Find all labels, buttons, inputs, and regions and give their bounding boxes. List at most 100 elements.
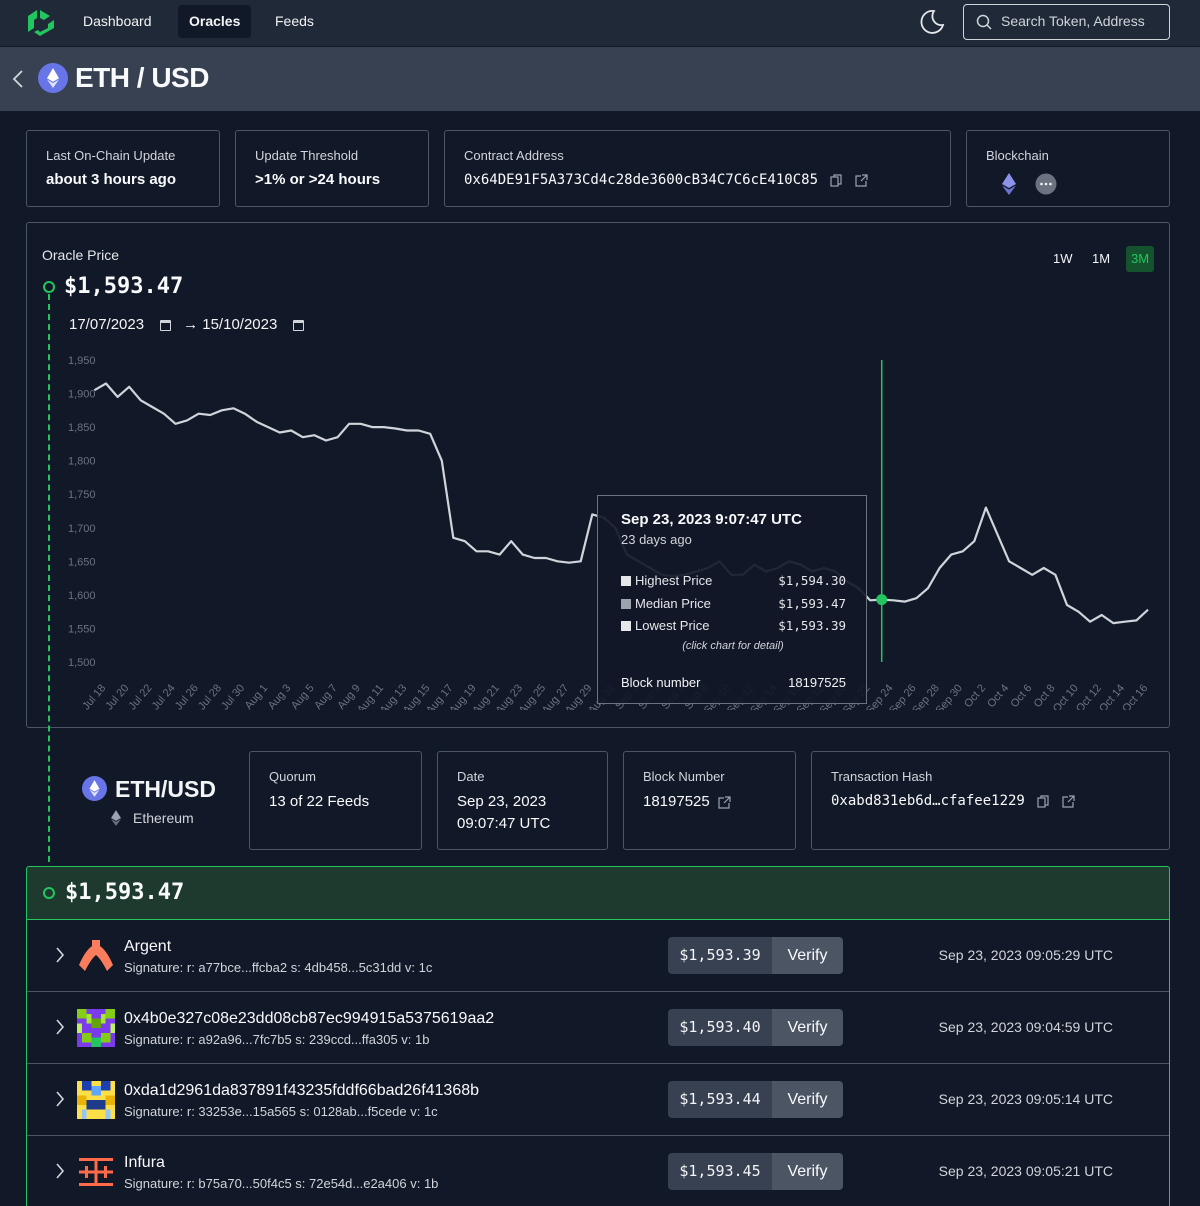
threshold-card: Update Threshold >1% or >24 hours [235, 130, 429, 207]
chevron-right-icon[interactable] [55, 1018, 65, 1036]
y-tick-label: 1,500 [68, 657, 96, 669]
x-tick-label: Oct 4 [985, 682, 1011, 710]
selection-point [876, 594, 888, 606]
tooltip-lowest-label: Lowest Price [635, 618, 710, 633]
feed-row[interactable]: 0xda1d2961da837891f43235fddf66bad26f4136… [27, 1064, 1169, 1136]
feed-name: 0x4b0e327c08e23dd08cb87ec994915a5375619a… [124, 1010, 495, 1027]
back-chevron-icon[interactable] [12, 69, 24, 89]
external-link-icon[interactable] [855, 173, 868, 187]
tooltip-title: Sep 23, 2023 9:07:47 UTC [621, 511, 802, 528]
date-label: Date [457, 769, 485, 784]
date-from[interactable]: 17/07/2023 [69, 316, 144, 333]
date-arrow: → [183, 316, 199, 333]
tooltip-note: (click chart for detail) [682, 640, 784, 652]
calendar-icon[interactable] [160, 319, 172, 331]
contract-address[interactable]: 0x64DE91F5A373Cd4c28de3600cB34C7C6cE410C… [464, 172, 818, 188]
more-icon[interactable] [1035, 173, 1057, 195]
nav-dashboard[interactable]: Dashboard [72, 5, 163, 38]
threshold-value: >1% or >24 hours [255, 171, 381, 188]
range-1w-button[interactable]: 1W [1048, 246, 1078, 272]
quorum-label: Quorum [269, 769, 316, 784]
feed-signature: Signature: r: a77bce...ffcba2 s: 4db458.… [124, 960, 433, 975]
nav-oracles[interactable]: Oracles [178, 5, 252, 38]
date-card: Date Sep 23, 2023 09:07:47 UTC [437, 751, 608, 850]
app-logo[interactable] [24, 6, 58, 40]
tx-hash-label: Transaction Hash [831, 769, 933, 784]
price-marker-dot [43, 281, 55, 293]
last-update-card: Last On-Chain Update about 3 hours ago [26, 130, 220, 207]
price-marker-dot [43, 887, 55, 899]
argent-logo-icon [79, 940, 113, 971]
feed-row[interactable]: Argent Signature: r: a77bce...ffcba2 s: … [27, 920, 1169, 992]
contract-card: Contract Address 0x64DE91F5A373Cd4c28de3… [444, 130, 951, 207]
ethereum-icon [111, 810, 121, 826]
calendar-icon[interactable] [293, 319, 305, 331]
feed-signature: Signature: r: 33253e...15a565 s: 0128ab.… [124, 1104, 438, 1119]
search-icon [976, 14, 992, 30]
page-title: ETH / USD [75, 62, 209, 93]
feed-timestamp: Sep 23, 2023 09:05:29 UTC [938, 947, 1113, 963]
verify-button[interactable]: Verify [772, 1153, 843, 1190]
chevron-right-icon[interactable] [55, 946, 65, 964]
chevron-right-icon[interactable] [55, 1090, 65, 1108]
tx-hash-value[interactable]: 0xabd831eb6d…cfafee1229 [831, 793, 1025, 809]
threshold-label: Update Threshold [255, 148, 359, 163]
quorum-value: 13 of 22 Feeds [269, 793, 370, 810]
verify-button[interactable]: Verify [772, 937, 843, 974]
oracle-price-value: $1,593.47 [64, 274, 184, 299]
range-1m-button[interactable]: 1M [1087, 246, 1115, 272]
y-tick-label: 1,850 [68, 422, 96, 434]
x-tick-label: Oct 2 [962, 682, 988, 710]
y-tick-label: 1,750 [68, 489, 96, 501]
feed-signature: Signature: r: b75a70...50f4c5 s: 72e54d.… [124, 1176, 439, 1191]
external-link-icon[interactable] [1062, 794, 1075, 808]
block-number-label: Block Number [643, 769, 725, 784]
x-tick-label: Jul 30 [219, 682, 247, 710]
nav-feeds[interactable]: Feeds [264, 5, 325, 38]
x-tick-label: Sep 30 [933, 682, 965, 710]
y-tick-label: 1,900 [68, 389, 96, 401]
date-to[interactable]: 15/10/2023 [202, 316, 277, 333]
verify-button[interactable]: Verify [772, 1009, 843, 1046]
feed-name: Argent [124, 938, 172, 955]
y-tick-label: 1,650 [68, 556, 96, 568]
feed-price: $1,593.44 [668, 1081, 772, 1118]
x-tick-label: Oct 16 [1120, 682, 1150, 710]
chevron-right-icon[interactable] [55, 1162, 65, 1180]
date-range-picker[interactable]: 17/07/2023 → 15/10/2023 [69, 316, 316, 333]
feed-row[interactable]: 0x4b0e327c08e23dd08cb87ec994915a5375619a… [27, 992, 1169, 1064]
y-tick-label: 1,550 [68, 623, 96, 635]
identicon-avatar [77, 1081, 115, 1119]
search-input[interactable] [1001, 13, 1166, 29]
detail-chain-name: Ethereum [133, 810, 194, 826]
oracle-price-label: Oracle Price [42, 247, 120, 263]
ethereum-logo-icon [82, 776, 107, 801]
tooltip-lowest-value: $1,593.39 [778, 618, 846, 633]
verify-button[interactable]: Verify [772, 1081, 843, 1118]
copy-icon[interactable] [830, 173, 843, 187]
block-number-value[interactable]: 18197525 [643, 793, 710, 810]
search-box[interactable] [963, 4, 1170, 40]
moon-icon[interactable] [918, 8, 946, 36]
feed-row[interactable]: Infura Signature: r: b75a70...50f4c5 s: … [27, 1136, 1169, 1206]
feed-price: $1,593.45 [668, 1153, 772, 1190]
tooltip-median-label: Median Price [635, 596, 711, 611]
feed-timestamp: Sep 23, 2023 09:05:21 UTC [938, 1163, 1113, 1179]
date-line2: 09:07:47 UTC [457, 815, 551, 832]
tx-hash-card: Transaction Hash 0xabd831eb6d…cfafee1229 [811, 751, 1170, 850]
feed-price: $1,593.40 [668, 1009, 772, 1046]
identicon-avatar [77, 1009, 115, 1047]
range-3m-button[interactable]: 3M [1126, 246, 1155, 272]
external-link-icon[interactable] [718, 795, 731, 809]
blockchain-card: Blockchain [966, 130, 1170, 207]
feed-price: $1,593.39 [668, 937, 772, 974]
tx-hash-row: 0xabd831eb6d…cfafee1229 [831, 793, 1075, 809]
tooltip-highest-value: $1,594.30 [778, 573, 846, 588]
last-update-value: about 3 hours ago [46, 171, 177, 188]
contract-label: Contract Address [464, 148, 564, 163]
feed-signature: Signature: r: a92a96...7fc7b5 s: 239ccd.… [124, 1032, 430, 1047]
copy-icon[interactable] [1037, 794, 1049, 808]
tooltip-highest-label: Highest Price [635, 573, 713, 588]
block-number-card: Block Number 18197525 [623, 751, 796, 850]
feed-name: 0xda1d2961da837891f43235fddf66bad26f4136… [124, 1082, 480, 1099]
